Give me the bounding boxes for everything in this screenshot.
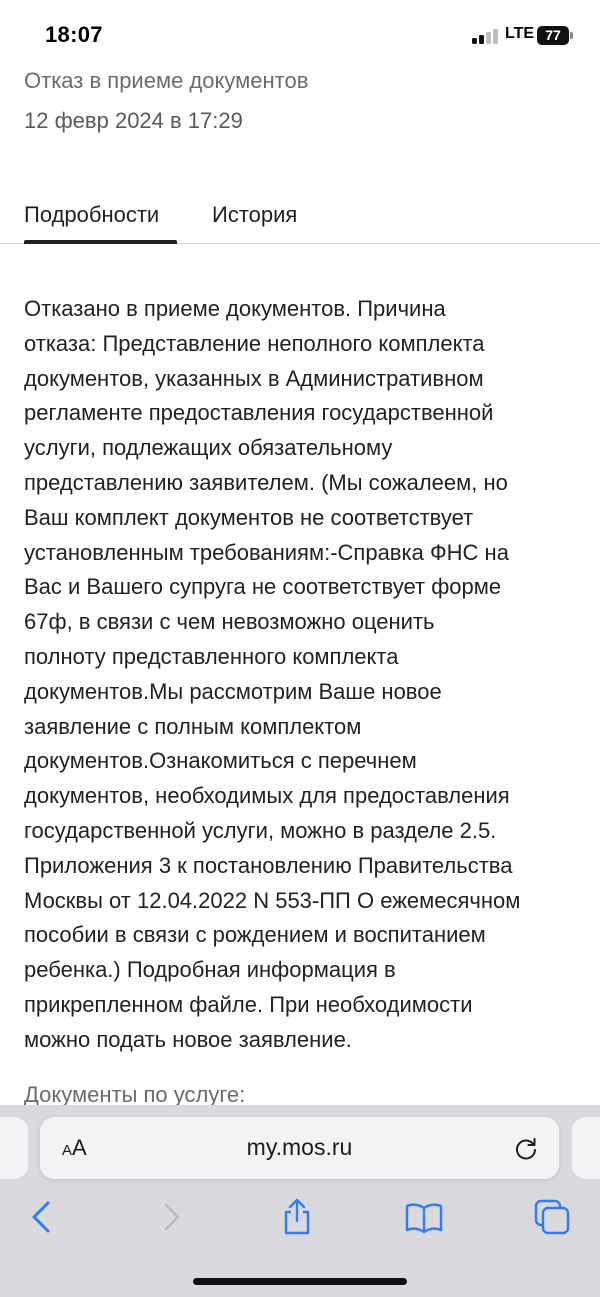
battery-cap: [570, 32, 573, 39]
page-title: Отказ в приеме документов: [24, 68, 309, 93]
previous-tab-preview[interactable]: [0, 1117, 28, 1179]
tab-details[interactable]: Подробности: [24, 202, 159, 228]
status-date: 12 февр 2024 в 17:29: [24, 108, 243, 133]
reload-icon[interactable]: [513, 1136, 539, 1162]
status-time: 18:07: [45, 22, 103, 47]
active-tab-indicator: [24, 240, 177, 244]
tab-history[interactable]: История: [212, 202, 297, 228]
rejection-details-text: Отказано в приеме документов. Причина от…: [24, 296, 521, 1052]
next-tab-preview[interactable]: [572, 1117, 600, 1179]
battery-icon: 77: [537, 26, 569, 45]
tab-bar: Подробности История: [0, 190, 600, 244]
url-text[interactable]: my.mos.ru: [40, 1134, 559, 1161]
forward-icon[interactable]: [152, 1197, 192, 1237]
network-type: LTE: [505, 25, 535, 42]
status-bar: 18:07 LTE 77: [0, 0, 600, 70]
browser-bottom-bar: AA my.mos.ru: [0, 1105, 600, 1297]
share-icon[interactable]: [277, 1197, 317, 1237]
tabs-icon[interactable]: [532, 1197, 572, 1237]
cellular-signal-icon: [472, 28, 502, 44]
back-icon[interactable]: [22, 1197, 62, 1237]
address-bar[interactable]: AA my.mos.ru: [40, 1117, 559, 1179]
bookmarks-icon[interactable]: [404, 1197, 444, 1237]
home-indicator: [193, 1278, 407, 1285]
browser-toolbar: [0, 1197, 600, 1257]
